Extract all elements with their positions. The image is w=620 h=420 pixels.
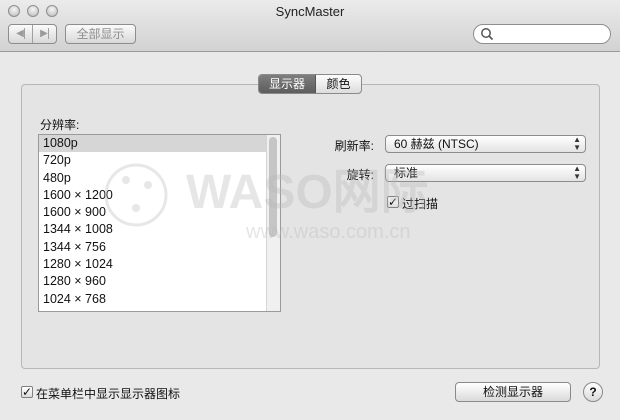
help-button[interactable]: ? — [583, 382, 603, 402]
search-input[interactable] — [473, 24, 611, 44]
refresh-rate-popup[interactable]: 60 赫兹 (NTSC) ▲ ▼ — [385, 135, 586, 153]
menubar-option-label: 在菜单栏中显示显示器图标 — [36, 387, 181, 401]
list-item[interactable]: 1280 × 960 — [39, 273, 280, 290]
list-scrollbar[interactable] — [266, 135, 280, 311]
title-bar: SyncMaster ◀ ▶ 全部显示 — [0, 0, 620, 52]
nav-buttons: ◀ ▶ — [8, 24, 57, 44]
tab-color[interactable]: 颜色 — [316, 75, 361, 93]
overscan-label: 过扫描 — [402, 197, 439, 211]
list-item[interactable]: 1344 × 756 — [39, 239, 280, 256]
scrollbar-thumb[interactable] — [269, 137, 277, 237]
list-item[interactable]: 1080p — [39, 135, 280, 153]
detect-displays-button[interactable]: 检测显示器 — [455, 382, 571, 402]
window-title: SyncMaster — [275, 4, 345, 19]
checkmark-icon: ✓ — [388, 195, 399, 209]
refresh-rate-label: 刷新率: — [334, 139, 374, 153]
list-item[interactable]: 720p — [39, 152, 280, 169]
popup-arrows-icon: ▲ ▼ — [573, 135, 581, 152]
search-icon — [481, 28, 494, 41]
rotation-label: 旋转: — [346, 168, 374, 182]
resolution-label: 分辨率: — [40, 118, 80, 132]
show-all-button[interactable]: 全部显示 — [65, 24, 136, 44]
list-item[interactable]: 480p — [39, 170, 280, 187]
back-button[interactable]: ◀ — [9, 25, 33, 43]
rotation-popup[interactable]: 标准 ▲ ▼ — [385, 164, 586, 182]
chevron-left-icon: ◀ — [16, 28, 25, 39]
overscan-checkbox[interactable]: ✓ — [387, 196, 399, 208]
forward-button[interactable]: ▶ — [33, 25, 56, 43]
list-item[interactable]: 1344 × 1008 — [39, 221, 280, 238]
list-item[interactable]: 1600 × 1200 — [39, 187, 280, 204]
list-item[interactable]: 1280 × 1024 — [39, 256, 280, 273]
system-preferences-window: SyncMaster ◀ ▶ 全部显示 显示器 颜色 分辨率: 1080p 72… — [0, 0, 620, 420]
list-item[interactable]: 1024 × 768 — [39, 291, 280, 308]
checkmark-icon: ✓ — [22, 385, 33, 399]
list-item[interactable]: 1600 × 900 — [39, 204, 280, 221]
rotation-value: 标准 — [394, 166, 419, 180]
chevron-right-icon: ▶ — [40, 28, 49, 39]
tab-group: 显示器 颜色 — [258, 74, 362, 94]
tab-display[interactable]: 显示器 — [259, 75, 316, 93]
menubar-checkbox[interactable]: ✓ — [21, 386, 33, 398]
refresh-rate-value: 60 赫兹 (NTSC) — [394, 137, 479, 151]
resolution-list[interactable]: 1080p 720p 480p 1600 × 1200 1600 × 900 1… — [38, 134, 281, 312]
popup-arrows-icon: ▲ ▼ — [573, 164, 581, 181]
